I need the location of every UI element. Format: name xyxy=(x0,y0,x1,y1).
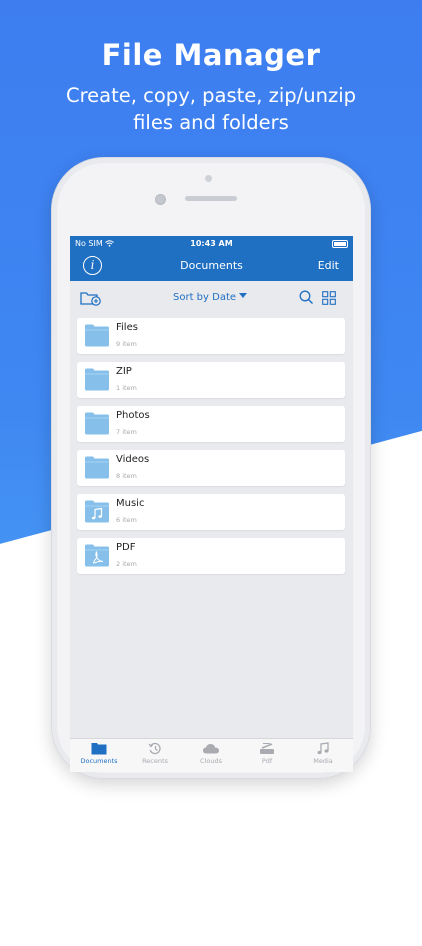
item-name: Videos xyxy=(116,454,150,465)
tab-clouds[interactable]: Clouds xyxy=(183,742,239,765)
item-count: 6 item xyxy=(116,516,137,524)
chevron-down-icon xyxy=(239,293,248,298)
tab-documents[interactable]: Documents xyxy=(71,742,127,765)
nav-title: Documents xyxy=(180,259,243,272)
item-count: 9 item xyxy=(116,340,137,348)
tab-label: Clouds xyxy=(200,757,222,765)
folder-icon xyxy=(85,324,109,347)
pdf-folder-icon xyxy=(85,544,109,567)
list-item-music[interactable]: Music 6 item xyxy=(77,494,345,530)
battery-icon xyxy=(332,240,348,248)
tab-label: Pdf xyxy=(261,757,273,765)
phone-speaker xyxy=(185,196,237,201)
sort-label: Sort by Date xyxy=(173,292,237,303)
item-count: 2 item xyxy=(116,560,137,568)
list-item-pdf[interactable]: PDF 2 item xyxy=(77,538,345,574)
item-count: 1 item xyxy=(116,384,137,392)
folder-icon xyxy=(85,412,109,435)
promo-headline: File Manager xyxy=(101,38,321,72)
tab-label: Recents xyxy=(142,757,168,765)
grid-view-icon[interactable] xyxy=(322,291,336,305)
status-time: 10:43 AM xyxy=(190,239,233,248)
tab-bar: Documents Recents Clouds Pdf Media xyxy=(70,738,353,772)
list-item-photos[interactable]: Photos 7 item xyxy=(77,406,345,442)
item-name: ZIP xyxy=(116,366,132,377)
item-name: Music xyxy=(116,498,145,509)
tab-recents[interactable]: Recents xyxy=(127,742,183,765)
list-item-zip[interactable]: ZIP 1 item xyxy=(77,362,345,398)
phone-sensor xyxy=(155,194,166,205)
phone-camera xyxy=(205,175,212,182)
cloud-icon xyxy=(203,744,219,754)
promo-subhead-line-2: files and folders xyxy=(133,111,289,134)
app-screen: No SIM 10:43 AM i Documents Edit Sort by… xyxy=(70,236,353,772)
folder-icon xyxy=(85,456,109,479)
music-folder-icon xyxy=(85,500,109,523)
edit-button[interactable]: Edit xyxy=(318,259,339,272)
list-item-files[interactable]: Files 9 item xyxy=(77,318,345,354)
phone-frame: No SIM 10:43 AM i Documents Edit Sort by… xyxy=(52,158,370,778)
item-name: Files xyxy=(116,322,138,333)
item-name: Photos xyxy=(116,410,150,421)
tab-pdf[interactable]: Pdf xyxy=(239,742,295,765)
status-bar: No SIM 10:43 AM xyxy=(70,236,353,251)
search-icon[interactable] xyxy=(299,290,314,305)
item-name: PDF xyxy=(116,542,136,553)
promo-subhead: Create, copy, paste, zip/unzip files and… xyxy=(0,82,422,136)
promo-subhead-line-1: Create, copy, paste, zip/unzip xyxy=(65,84,357,107)
list-item-videos[interactable]: Videos 8 item xyxy=(77,450,345,486)
scanner-icon xyxy=(260,743,274,754)
tab-label: Media xyxy=(313,757,333,765)
sort-dropdown[interactable]: Sort by Date xyxy=(173,292,248,303)
folder-icon xyxy=(85,368,109,391)
music-note-icon xyxy=(317,742,329,755)
tab-media[interactable]: Media xyxy=(295,742,351,765)
toolbar: Sort by Date xyxy=(70,281,353,315)
history-icon xyxy=(148,742,161,755)
item-count: 8 item xyxy=(116,472,137,480)
document-list: Files 9 item ZIP 1 item Photos 7 item Vi… xyxy=(77,318,345,582)
folder-icon xyxy=(91,743,107,755)
navigation-bar: i Documents Edit xyxy=(70,251,353,281)
tab-label: Documents xyxy=(80,757,118,765)
new-folder-icon[interactable] xyxy=(80,290,102,306)
item-count: 7 item xyxy=(116,428,137,436)
